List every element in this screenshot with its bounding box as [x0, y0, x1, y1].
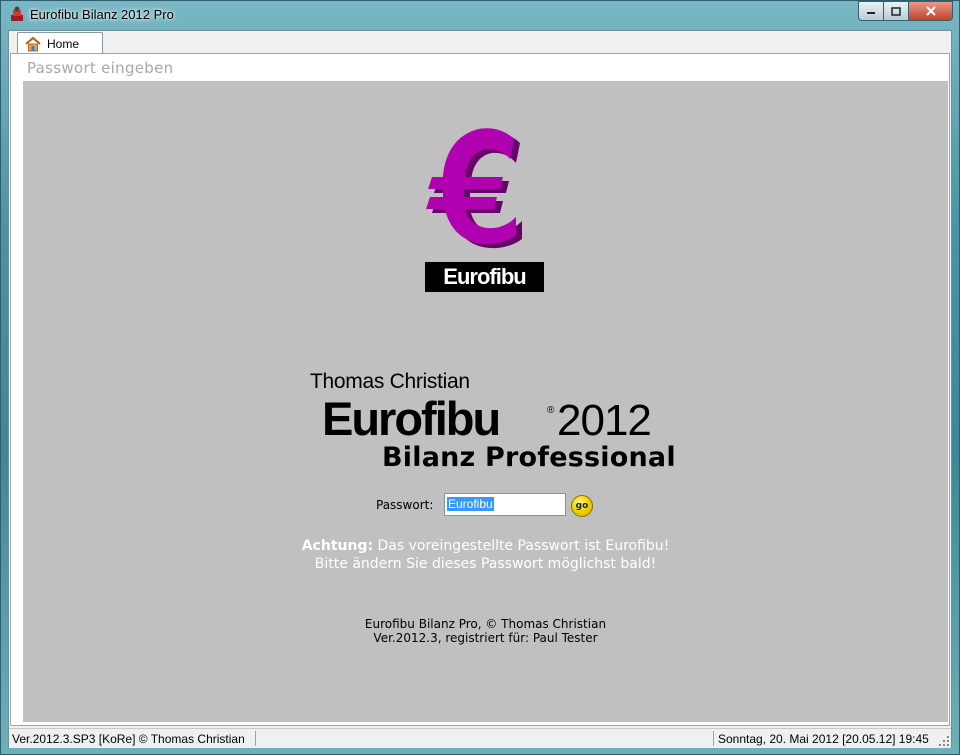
- warning-line2: Bitte ändern Sie dieses Passwort möglich…: [314, 556, 657, 572]
- euro-icon: [426, 128, 522, 249]
- go-button[interactable]: go: [571, 495, 593, 517]
- maximize-icon: [891, 6, 901, 16]
- brand-year: 2012: [557, 396, 652, 445]
- warning-strong: Achtung:: [301, 538, 374, 554]
- status-version: Ver.2012.3.SP3 [KoRe] © Thomas Christian: [12, 732, 245, 746]
- minimize-icon: [867, 12, 875, 14]
- client-area: Home Passwort eingeben Eurofibu Thomas C…: [8, 30, 952, 748]
- password-input[interactable]: Eurofibu: [444, 493, 566, 516]
- tab-home[interactable]: Home: [17, 32, 103, 54]
- login-content: Eurofibu Thomas Christian Eurofibu ® 201…: [23, 81, 948, 722]
- home-icon: [25, 36, 41, 51]
- minimize-button[interactable]: [858, 1, 884, 21]
- close-icon: [925, 6, 936, 16]
- status-datetime: Sonntag, 20. Mai 2012 [20.05.12] 19:45: [718, 732, 929, 746]
- copyright-line1: Eurofibu Bilanz Pro, © Thomas Christian: [364, 617, 607, 631]
- brand-registered-mark: ®: [547, 405, 555, 416]
- password-panel: Passwort eingeben Eurofibu Thomas Christ…: [10, 53, 950, 726]
- tab-home-label: Home: [47, 36, 80, 51]
- resize-grip-icon[interactable]: [938, 735, 950, 747]
- brand-product: Bilanz Professional: [382, 442, 676, 473]
- password-warning: Achtung: Das voreingestellte Passwort is…: [23, 537, 948, 573]
- panel-title: Passwort eingeben: [27, 59, 174, 77]
- title-bar[interactable]: Eurofibu Bilanz 2012 Pro: [1, 1, 959, 27]
- close-button[interactable]: [909, 1, 953, 21]
- brand-name: Eurofibu: [322, 392, 501, 445]
- status-separator: [713, 731, 714, 746]
- maximize-button[interactable]: [884, 1, 909, 21]
- status-separator: [255, 731, 256, 746]
- copyright-line2: Ver.2012.3, registriert für: Paul Tester: [373, 631, 598, 645]
- password-value: Eurofibu: [447, 497, 494, 511]
- app-window: Eurofibu Bilanz 2012 Pro Home Passwort e…: [0, 0, 960, 755]
- warning-line1: Das voreingestellte Passwort ist Eurofib…: [377, 538, 670, 554]
- app-icon: [11, 6, 23, 21]
- brand-author: Thomas Christian: [310, 370, 470, 393]
- logo-label: Eurofibu: [443, 264, 526, 289]
- password-label: Passwort:: [376, 498, 434, 512]
- window-title: Eurofibu Bilanz 2012 Pro: [30, 7, 174, 22]
- go-button-label: go: [575, 501, 589, 511]
- status-bar: Ver.2012.3.SP3 [KoRe] © Thomas Christian…: [9, 728, 951, 748]
- logo-label-box: Eurofibu: [425, 262, 544, 292]
- copyright-info: Eurofibu Bilanz Pro, © Thomas Christian …: [23, 617, 948, 645]
- tab-strip: Home: [9, 31, 951, 54]
